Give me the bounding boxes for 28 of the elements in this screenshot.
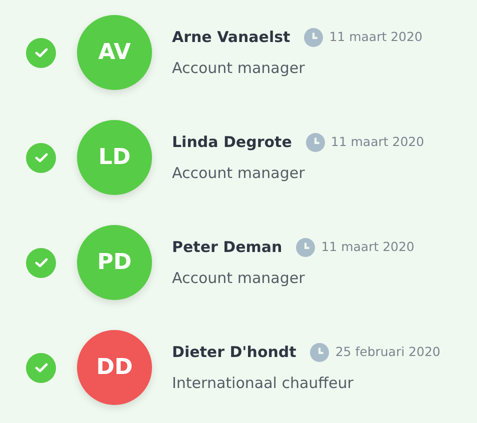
checkmark-icon xyxy=(34,362,48,372)
date-text: 11 maart 2020 xyxy=(330,132,424,151)
checkbox[interactable] xyxy=(26,248,56,278)
job-title: Internationaal chauffeur xyxy=(172,372,354,394)
checkmark-icon xyxy=(34,152,48,162)
job-title: Account manager xyxy=(172,162,306,184)
date-text: 11 maart 2020 xyxy=(329,28,422,46)
avatar: AV xyxy=(77,15,152,90)
person-name: Linda Degrote xyxy=(172,132,292,153)
date-text: 25 februari 2020 xyxy=(335,342,440,361)
person-name: Arne Vanaelst xyxy=(172,27,290,48)
checkmark-icon xyxy=(34,48,48,58)
checkmark-icon xyxy=(34,258,48,268)
clock-icon xyxy=(306,132,325,152)
clock-icon xyxy=(296,238,316,257)
clock-icon xyxy=(304,28,324,47)
person-name: Peter Deman xyxy=(172,237,282,258)
job-title: Account manager xyxy=(172,268,306,288)
checkbox[interactable] xyxy=(26,142,56,172)
job-title: Account manager xyxy=(172,58,306,78)
clock-icon xyxy=(310,342,330,362)
checkbox[interactable] xyxy=(26,352,56,382)
avatar: LD xyxy=(77,120,152,195)
avatar: PD xyxy=(77,225,152,300)
person-name: Dieter D'hondt xyxy=(172,342,296,363)
checkbox[interactable] xyxy=(26,38,56,68)
date-text: 11 maart 2020 xyxy=(321,238,414,256)
avatar: DD xyxy=(77,330,152,405)
